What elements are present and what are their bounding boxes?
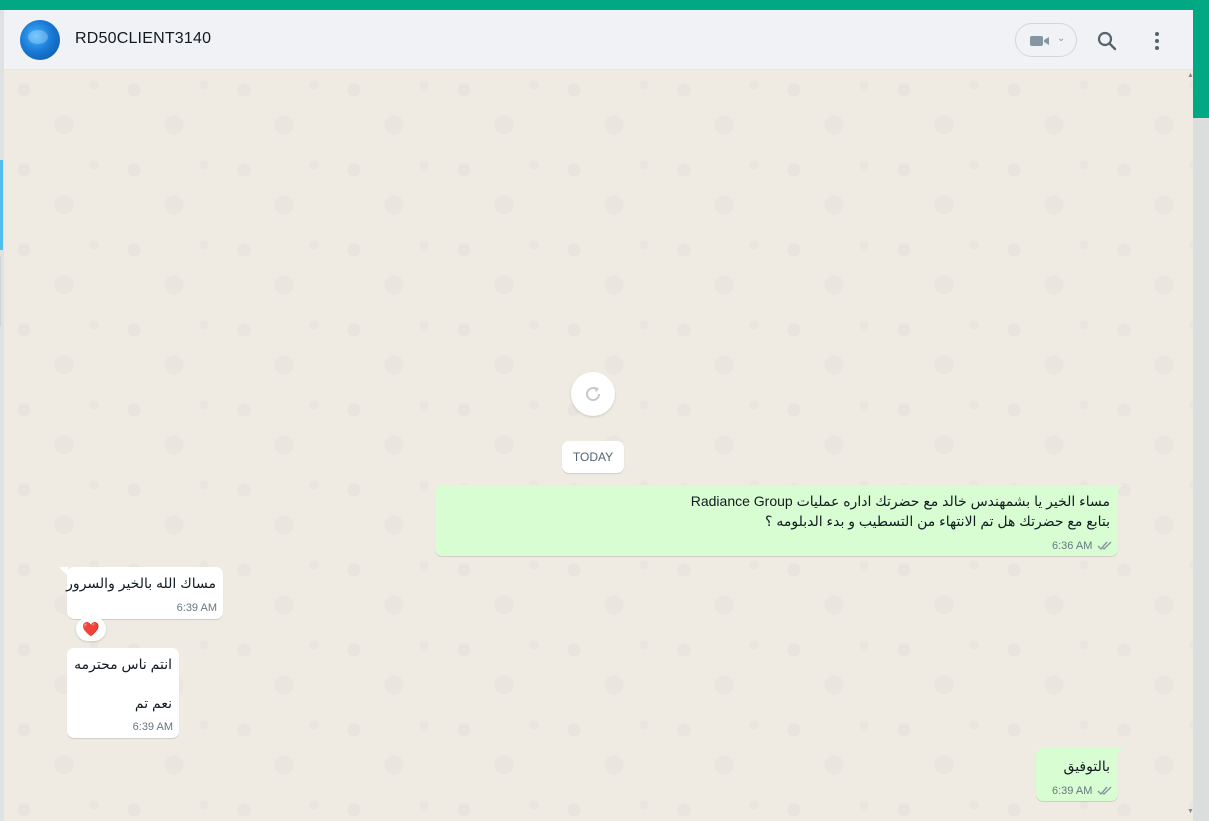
outgoing-message[interactable]: مساء الخير يا بشمهندس خالد مع حضرتك ادار…: [435, 485, 1123, 556]
video-camera-icon: [1030, 36, 1049, 46]
right-gutter: [1193, 118, 1209, 821]
message-time: 6:39 AM: [132, 721, 173, 733]
message-text-line: بالتوفيق: [1063, 758, 1110, 774]
load-older-messages-button[interactable]: [571, 372, 615, 416]
chevron-down-icon: ⌄: [1057, 33, 1066, 44]
menu-dots-icon[interactable]: [1151, 31, 1163, 51]
message-text-line: مساء الخير يا بشمهندس خالد مع حضرتك ادار…: [690, 493, 1110, 509]
top-accent-bar: [0, 0, 1209, 10]
double-check-icon: [1097, 541, 1112, 551]
avatar[interactable]: [20, 20, 60, 60]
video-call-button[interactable]: ⌄: [1015, 23, 1077, 57]
message-text-line: انتم ناس محترمه: [74, 656, 172, 672]
message-text-line: مساك الله بالخير والسرور: [66, 575, 216, 591]
message-text-line: نعم تم: [134, 695, 172, 711]
message-text-line: بتابع مع حضرتك هل تم الانتهاء من التسطيب…: [765, 513, 1110, 529]
double-check-icon: [1097, 786, 1112, 796]
chat-header: RD50CLIENT3140 ⌄: [4, 10, 1193, 70]
message-time: 6:36 AM: [1052, 540, 1093, 552]
reaction-heart[interactable]: ❤️: [76, 617, 106, 641]
message-time: 6:39 AM: [176, 602, 217, 614]
scroll-up-arrow-icon[interactable]: ▲: [1187, 72, 1194, 79]
left-panel-edge-highlight: [0, 160, 3, 250]
scroll-down-arrow-icon[interactable]: ▼: [1187, 808, 1194, 815]
search-icon[interactable]: [1097, 31, 1117, 51]
bubble-tail: [1114, 485, 1123, 494]
date-divider: TODAY: [562, 441, 624, 473]
message-time: 6:39 AM: [1052, 785, 1093, 797]
contact-name[interactable]: RD50CLIENT3140: [75, 30, 211, 48]
chat-area[interactable]: ▲ ▼ TODAY مساء الخير يا بشمهندس خالد مع …: [4, 70, 1194, 821]
outgoing-message[interactable]: بالتوفيق 6:39 AM: [1036, 748, 1123, 801]
incoming-message[interactable]: مساك الله بالخير والسرور 6:39 AM: [59, 567, 223, 619]
chat-scrollbar[interactable]: [1185, 70, 1193, 821]
right-accent-strip: [1193, 10, 1209, 118]
left-panel-edge: [0, 256, 1, 326]
refresh-icon: [586, 386, 601, 402]
incoming-message[interactable]: انتم ناس محترمه نعم تم 6:39 AM: [67, 648, 179, 738]
bubble-tail: [1114, 748, 1123, 757]
